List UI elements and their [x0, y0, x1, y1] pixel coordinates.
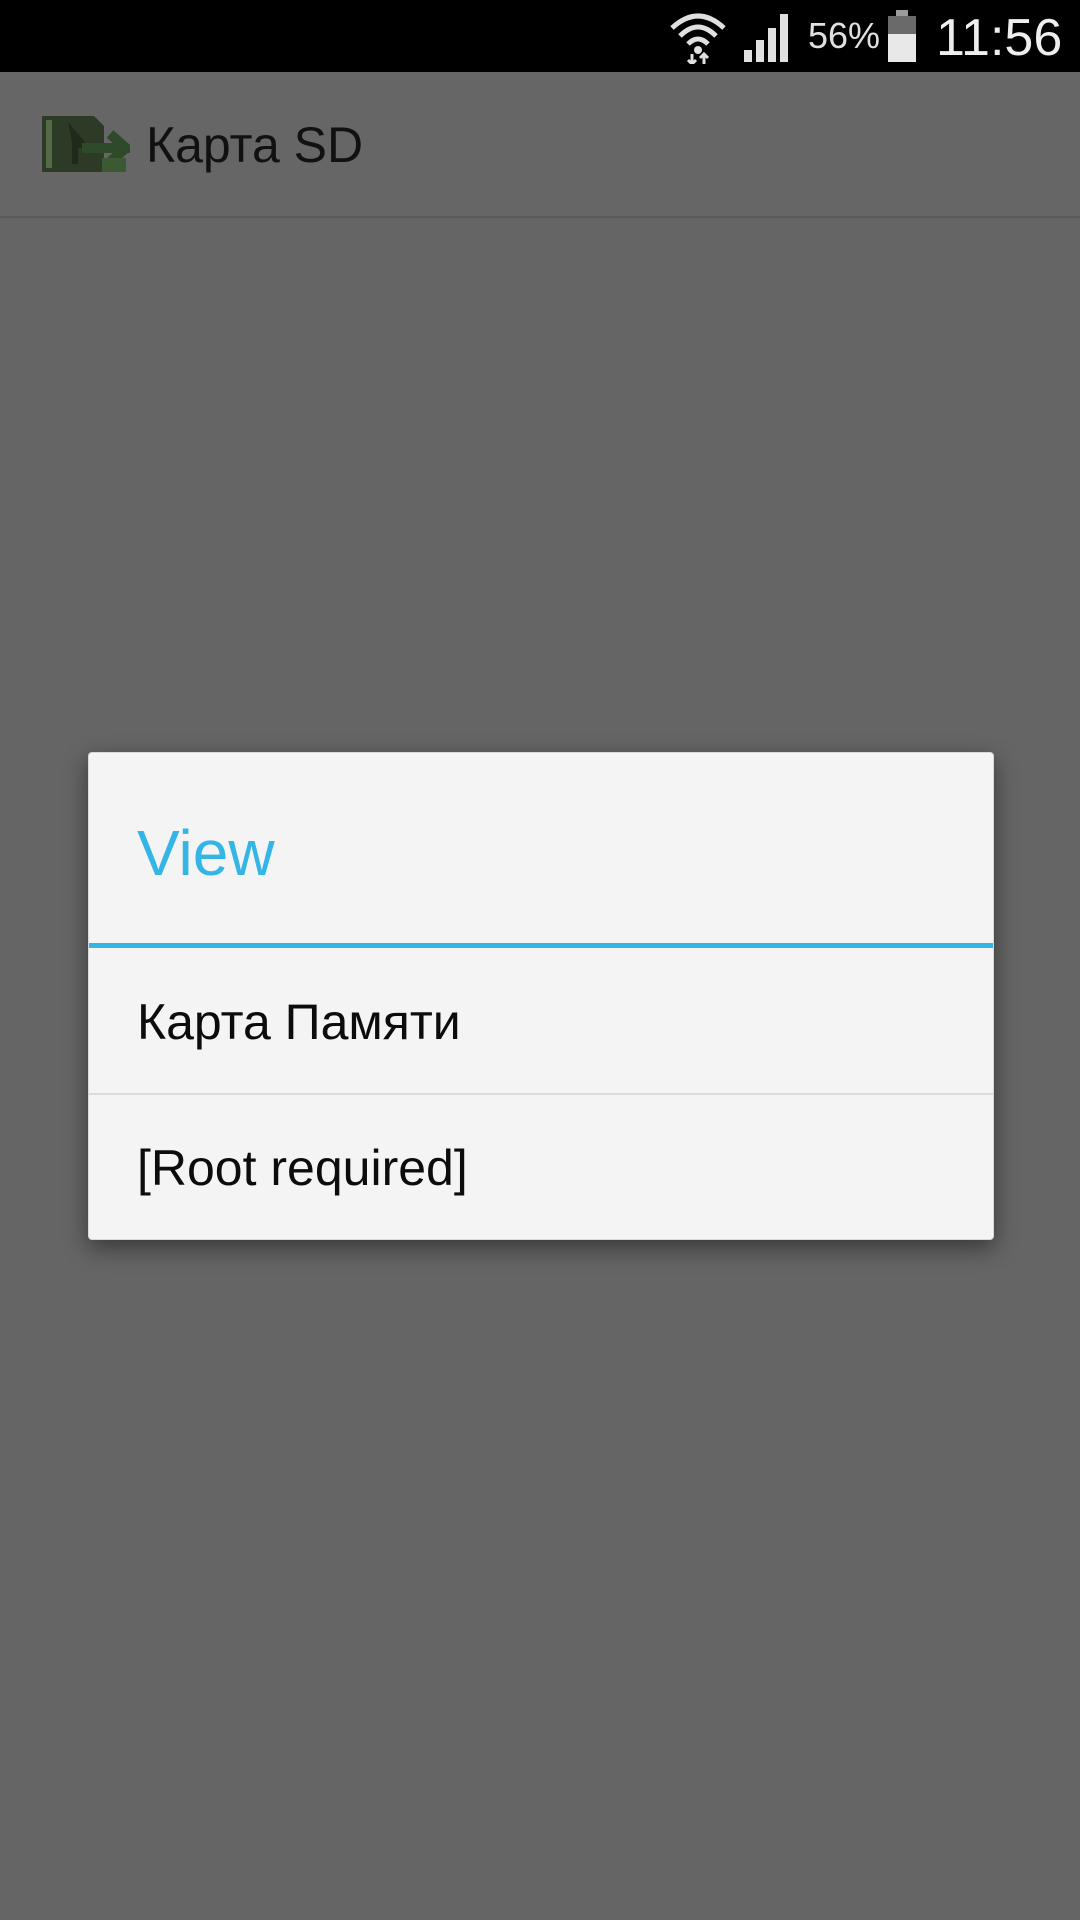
status-clock: 11:56 [936, 9, 1063, 67]
battery-icon [888, 10, 916, 62]
sd-card-icon[interactable] [38, 112, 130, 176]
dialog-option-label: Карта Памяти [137, 994, 461, 1050]
dialog-option-label: [Root required] [137, 1140, 468, 1196]
dialog-option-memory-card[interactable]: Карта Памяти [89, 949, 993, 1093]
status-bar: 56% 11:56 [0, 0, 1080, 72]
app-title: Карта SD [146, 117, 364, 173]
action-bar: Карта SD [0, 72, 1080, 218]
wifi-icon [670, 13, 726, 64]
view-dialog: View Карта Памяти [Root required] [88, 752, 994, 1240]
dialog-title-divider [89, 943, 993, 948]
dialog-option-root-required[interactable]: [Root required] [89, 1095, 993, 1239]
battery-percent: 56% [808, 15, 881, 56]
dialog-title: View [137, 817, 275, 889]
cell-signal-icon [744, 14, 788, 62]
